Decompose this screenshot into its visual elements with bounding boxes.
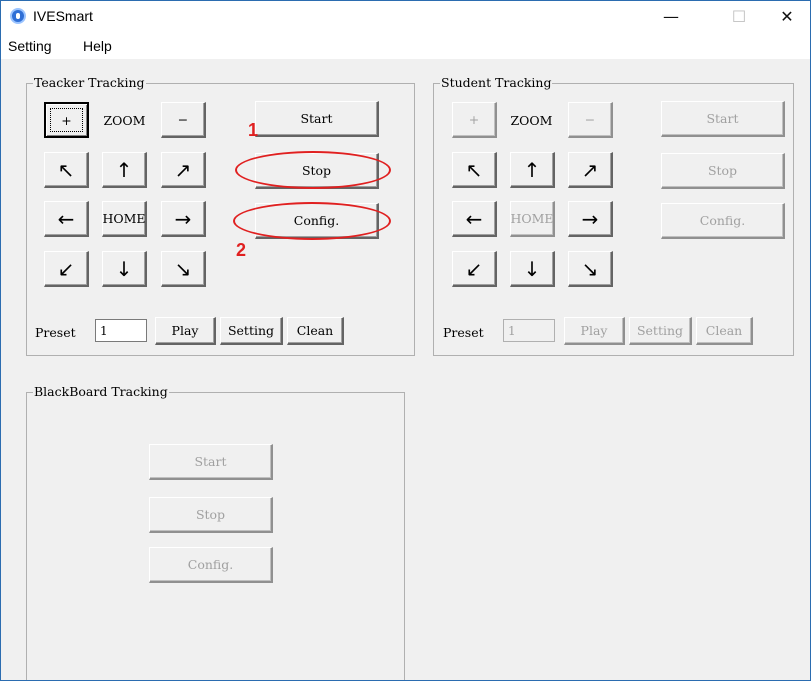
student-pan-up-right-button[interactable]: ↗ (568, 152, 613, 188)
student-home-button[interactable]: HOME (510, 201, 555, 237)
teacher-play-button[interactable]: Play (155, 317, 216, 345)
menu-bar: Setting Help (1, 33, 810, 59)
teacher-config-button[interactable]: Config. (255, 203, 379, 239)
teacher-pan-down-button[interactable]: ↓ (102, 251, 147, 287)
teacher-clean-button[interactable]: Clean (287, 317, 344, 345)
group-title: Student Tracking (440, 75, 553, 90)
minimize-button[interactable]: — (648, 1, 694, 33)
close-button[interactable]: ✕ (764, 1, 810, 33)
teacher-zoom-in-button[interactable]: + (44, 102, 89, 138)
teacher-setting-button[interactable]: Setting (220, 317, 283, 345)
teacher-preset-input[interactable] (95, 319, 147, 342)
teacher-pan-up-left-button[interactable]: ↖ (44, 152, 89, 188)
student-pan-down-right-button[interactable]: ↘ (568, 251, 613, 287)
app-logo-icon (10, 8, 26, 24)
student-clean-button[interactable]: Clean (696, 317, 753, 345)
student-zoom-out-button[interactable]: − (568, 102, 613, 138)
arrow-down-icon: ↓ (115, 256, 133, 281)
arrow-up-right-icon: ↗ (581, 157, 599, 182)
blackboard-start-button[interactable]: Start (149, 444, 273, 480)
menu-setting[interactable]: Setting (8, 38, 52, 54)
student-pan-down-left-button[interactable]: ↙ (452, 251, 497, 287)
student-pan-up-left-button[interactable]: ↖ (452, 152, 497, 188)
student-preset-input[interactable] (503, 319, 555, 342)
teacher-zoom-out-button[interactable]: − (161, 102, 206, 138)
teacher-pan-up-right-button[interactable]: ↗ (161, 152, 206, 188)
arrow-up-icon: ↑ (523, 157, 541, 182)
arrow-right-icon: → (581, 206, 599, 231)
teacher-preset-label: Preset (35, 324, 76, 340)
teacher-pan-down-left-button[interactable]: ↙ (44, 251, 89, 287)
title-bar[interactable]: IVESmart — ☐ ✕ (1, 1, 810, 33)
teacher-pan-right-button[interactable]: → (161, 201, 206, 237)
arrow-left-icon: ← (465, 206, 483, 231)
arrow-up-left-icon: ↖ (57, 157, 75, 182)
menu-help[interactable]: Help (83, 38, 112, 54)
teacher-pan-down-right-button[interactable]: ↘ (161, 251, 206, 287)
teacher-zoom-label: ZOOM (103, 112, 146, 128)
student-pan-down-button[interactable]: ↓ (510, 251, 555, 287)
arrow-up-icon: ↑ (115, 157, 133, 182)
arrow-down-left-icon: ↙ (465, 256, 483, 281)
student-preset-label: Preset (443, 324, 484, 340)
teacher-pan-left-button[interactable]: ← (44, 201, 89, 237)
annotation-marker-2: 2 (236, 240, 247, 260)
teacher-stop-button[interactable]: Stop (255, 153, 379, 189)
student-play-button[interactable]: Play (564, 317, 625, 345)
student-zoom-label: ZOOM (510, 112, 553, 128)
blackboard-stop-button[interactable]: Stop (149, 497, 273, 533)
arrow-down-right-icon: ↘ (581, 256, 599, 281)
blackboard-config-button[interactable]: Config. (149, 547, 273, 583)
student-pan-right-button[interactable]: → (568, 201, 613, 237)
app-window: IVESmart — ☐ ✕ Setting Help Teacker Trac… (0, 0, 811, 681)
student-pan-up-button[interactable]: ↑ (510, 152, 555, 188)
arrow-left-icon: ← (57, 206, 75, 231)
arrow-down-right-icon: ↘ (174, 256, 192, 281)
maximize-button[interactable]: ☐ (716, 1, 762, 33)
annotation-marker-1: 1 (248, 120, 259, 140)
student-zoom-in-button[interactable]: + (452, 102, 497, 138)
student-start-button[interactable]: Start (661, 101, 785, 137)
blackboard-tracking-group: BlackBoard Tracking (26, 384, 405, 680)
student-stop-button[interactable]: Stop (661, 153, 785, 189)
arrow-down-icon: ↓ (523, 256, 541, 281)
arrow-right-icon: → (174, 206, 192, 231)
student-pan-left-button[interactable]: ← (452, 201, 497, 237)
arrow-up-right-icon: ↗ (174, 157, 192, 182)
teacher-home-button[interactable]: HOME (102, 201, 147, 237)
group-title: Teacker Tracking (33, 75, 146, 90)
window-title: IVESmart (33, 8, 93, 24)
student-setting-button[interactable]: Setting (629, 317, 692, 345)
arrow-down-left-icon: ↙ (57, 256, 75, 281)
teacher-pan-up-button[interactable]: ↑ (102, 152, 147, 188)
student-config-button[interactable]: Config. (661, 203, 785, 239)
group-title: BlackBoard Tracking (33, 384, 169, 399)
teacher-start-button[interactable]: Start (255, 101, 379, 137)
arrow-up-left-icon: ↖ (465, 157, 483, 182)
